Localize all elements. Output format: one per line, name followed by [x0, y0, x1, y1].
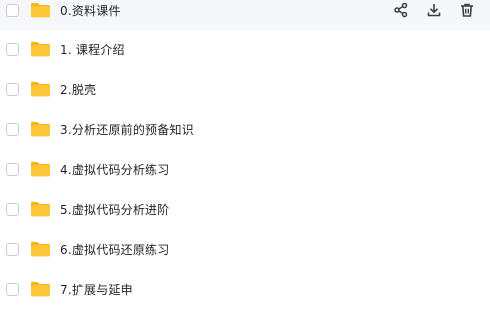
row-actions: [391, 1, 476, 20]
list-item[interactable]: 4.虚拟代码分析练习: [0, 149, 490, 189]
delete-icon[interactable]: [457, 1, 476, 20]
file-name[interactable]: 7.扩展与延申: [60, 281, 133, 298]
download-icon[interactable]: [424, 1, 443, 20]
row-checkbox[interactable]: [6, 202, 19, 216]
row-checkbox[interactable]: [6, 42, 19, 56]
list-item[interactable]: 2.脱壳: [0, 69, 490, 109]
row-checkbox[interactable]: [6, 242, 19, 256]
file-name[interactable]: 3.分析还原前的预备知识: [60, 121, 194, 138]
list-item[interactable]: 1. 课程介绍: [0, 29, 490, 69]
folder-icon: [30, 281, 51, 297]
folder-icon: [30, 41, 51, 57]
folder-icon: [30, 201, 51, 217]
file-name[interactable]: 0.资料课件: [60, 2, 121, 19]
list-item[interactable]: 3.分析还原前的预备知识: [0, 109, 490, 149]
row-checkbox[interactable]: [6, 82, 19, 96]
file-name[interactable]: 1. 课程介绍: [60, 41, 125, 58]
row-checkbox[interactable]: [6, 3, 19, 17]
folder-icon: [30, 161, 51, 177]
folder-icon: [30, 81, 51, 97]
list-item[interactable]: 6.虚拟代码还原练习: [0, 229, 490, 269]
folder-icon: [30, 241, 51, 257]
list-item[interactable]: 7.扩展与延申: [0, 269, 490, 309]
file-list: 0.资料课件 1. 课程介绍 2.脱壳 3.分析还原前的预备知识 4.虚拟代码分…: [0, 0, 490, 331]
row-checkbox[interactable]: [6, 282, 19, 296]
share-icon[interactable]: [391, 1, 410, 20]
file-name[interactable]: 2.脱壳: [60, 81, 96, 98]
file-name[interactable]: 5.虚拟代码分析进阶: [60, 201, 169, 218]
list-item[interactable]: 5.虚拟代码分析进阶: [0, 189, 490, 229]
folder-icon: [30, 121, 51, 137]
list-item[interactable]: 0.资料课件: [0, 0, 490, 30]
file-name[interactable]: 6.虚拟代码还原练习: [60, 241, 169, 258]
row-checkbox[interactable]: [6, 122, 19, 136]
file-name[interactable]: 4.虚拟代码分析练习: [60, 161, 169, 178]
folder-icon: [30, 2, 51, 18]
row-checkbox[interactable]: [6, 162, 19, 176]
